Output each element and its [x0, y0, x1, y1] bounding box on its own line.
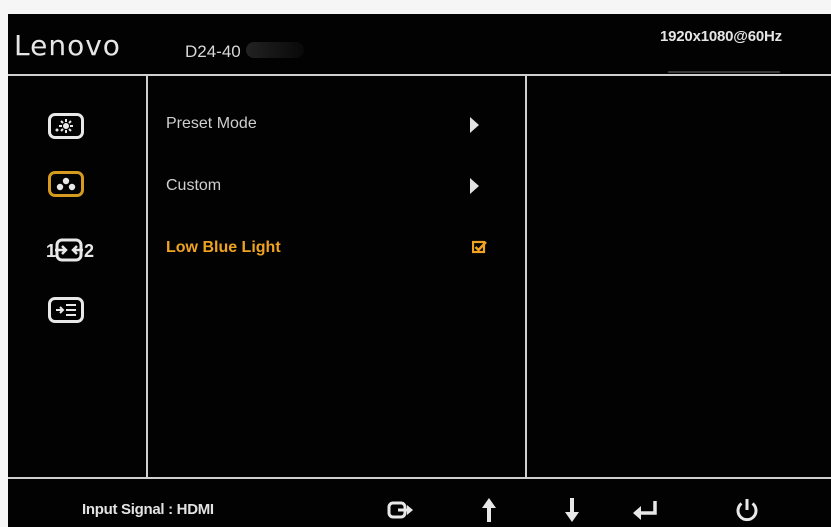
- model-smudge: [246, 42, 304, 58]
- brightness-icon[interactable]: [48, 113, 84, 139]
- menu-item-custom[interactable]: Custom: [166, 177, 221, 195]
- menu-divider: [525, 74, 527, 479]
- menu-item-low-blue-light[interactable]: Low Blue Light: [166, 239, 281, 257]
- input-signal-status: Input Signal : HDMI: [82, 501, 214, 518]
- down-arrow-icon[interactable]: [557, 495, 587, 525]
- checkbox-checked-icon[interactable]: [471, 240, 488, 254]
- brand-logo: Lenovo: [14, 29, 121, 62]
- svg-text:1: 1: [46, 241, 56, 261]
- model-name: D24-40: [185, 42, 241, 61]
- submenu-arrow-icon: [470, 117, 479, 133]
- exit-icon[interactable]: [386, 495, 416, 525]
- up-arrow-icon[interactable]: [474, 495, 504, 525]
- svg-text:2: 2: [84, 241, 94, 261]
- enter-icon[interactable]: [630, 495, 660, 525]
- header-divider: [668, 71, 780, 73]
- power-icon[interactable]: [732, 495, 762, 525]
- top-divider: [8, 74, 831, 76]
- color-icon[interactable]: [48, 171, 84, 197]
- menu-settings-icon[interactable]: [48, 297, 84, 323]
- menu-item-preset-mode[interactable]: Preset Mode: [166, 115, 257, 133]
- monitor-osd: Lenovo D24-40 1920x1080@60Hz 1 2 Preset …: [8, 14, 831, 527]
- sidebar-divider: [146, 74, 148, 479]
- submenu-arrow-icon: [470, 178, 479, 194]
- bottom-divider: [8, 477, 831, 479]
- input-switch-icon[interactable]: 1 2: [46, 235, 98, 265]
- resolution-readout: 1920x1080@60Hz: [660, 28, 782, 45]
